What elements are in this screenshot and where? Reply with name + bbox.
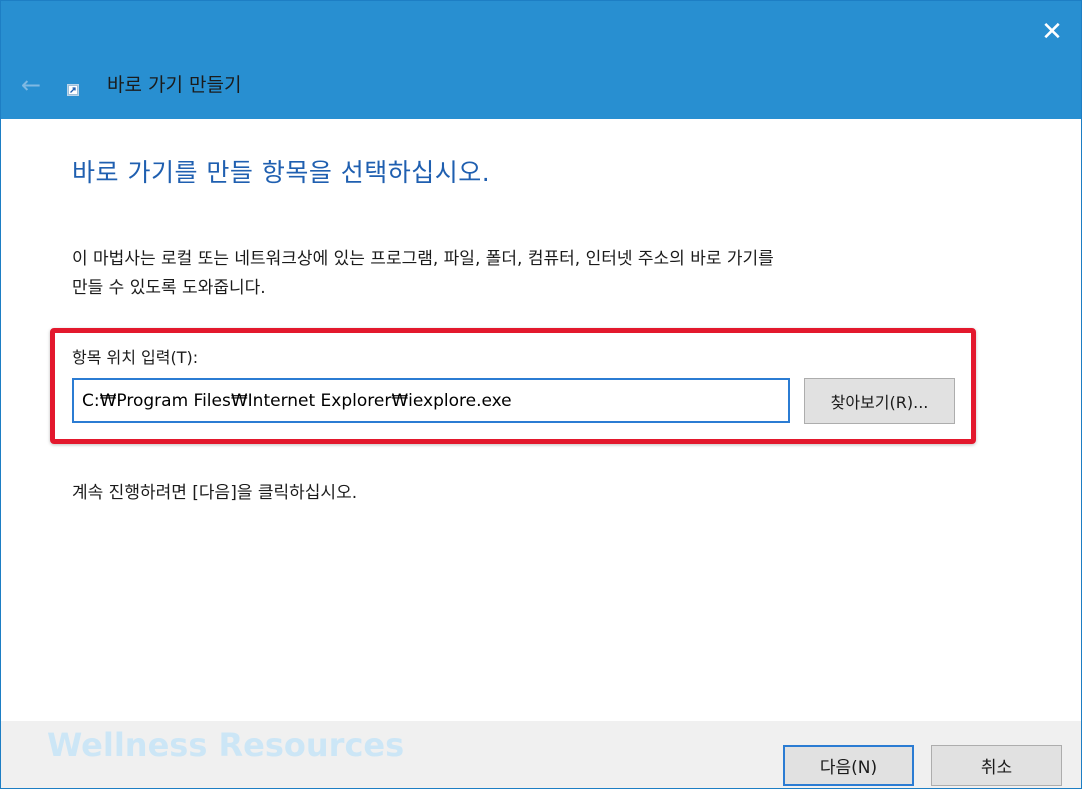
description-line-2: 만들 수 있도록 도와줍니다. xyxy=(72,278,266,298)
title-bar: ✕ ← 바로 가기 만들기 xyxy=(1,1,1081,119)
close-icon[interactable]: ✕ xyxy=(1035,15,1069,49)
page-heading: 바로 가기를 만들 항목을 선택하십시오. xyxy=(72,158,491,187)
create-shortcut-window: ✕ ← 바로 가기 만들기 바로 가기를 만들 항목을 선택하십시오. 이 마법… xyxy=(0,0,1082,789)
shortcut-wizard-icon xyxy=(67,84,79,96)
watermark-text: Wellness Resources xyxy=(47,726,405,764)
next-button[interactable]: 다음(N) xyxy=(783,745,914,786)
arrow-left-icon[interactable]: ← xyxy=(17,71,45,99)
description-line-1: 이 마법사는 로컬 또는 네트워크상에 있는 프로그램, 파일, 폴더, 컴퓨터… xyxy=(72,249,774,269)
location-field-label: 항목 위치 입력(T): xyxy=(72,348,199,367)
wizard-description: 이 마법사는 로컬 또는 네트워크상에 있는 프로그램, 파일, 폴더, 컴퓨터… xyxy=(72,245,1032,303)
window-title: 바로 가기 만들기 xyxy=(107,74,242,96)
location-input[interactable] xyxy=(72,378,790,423)
browse-button[interactable]: 찾아보기(R)... xyxy=(804,378,955,424)
cancel-button[interactable]: 취소 xyxy=(931,745,1062,786)
continue-instruction: 계속 진행하려면 [다음]을 클릭하십시오. xyxy=(72,483,358,503)
